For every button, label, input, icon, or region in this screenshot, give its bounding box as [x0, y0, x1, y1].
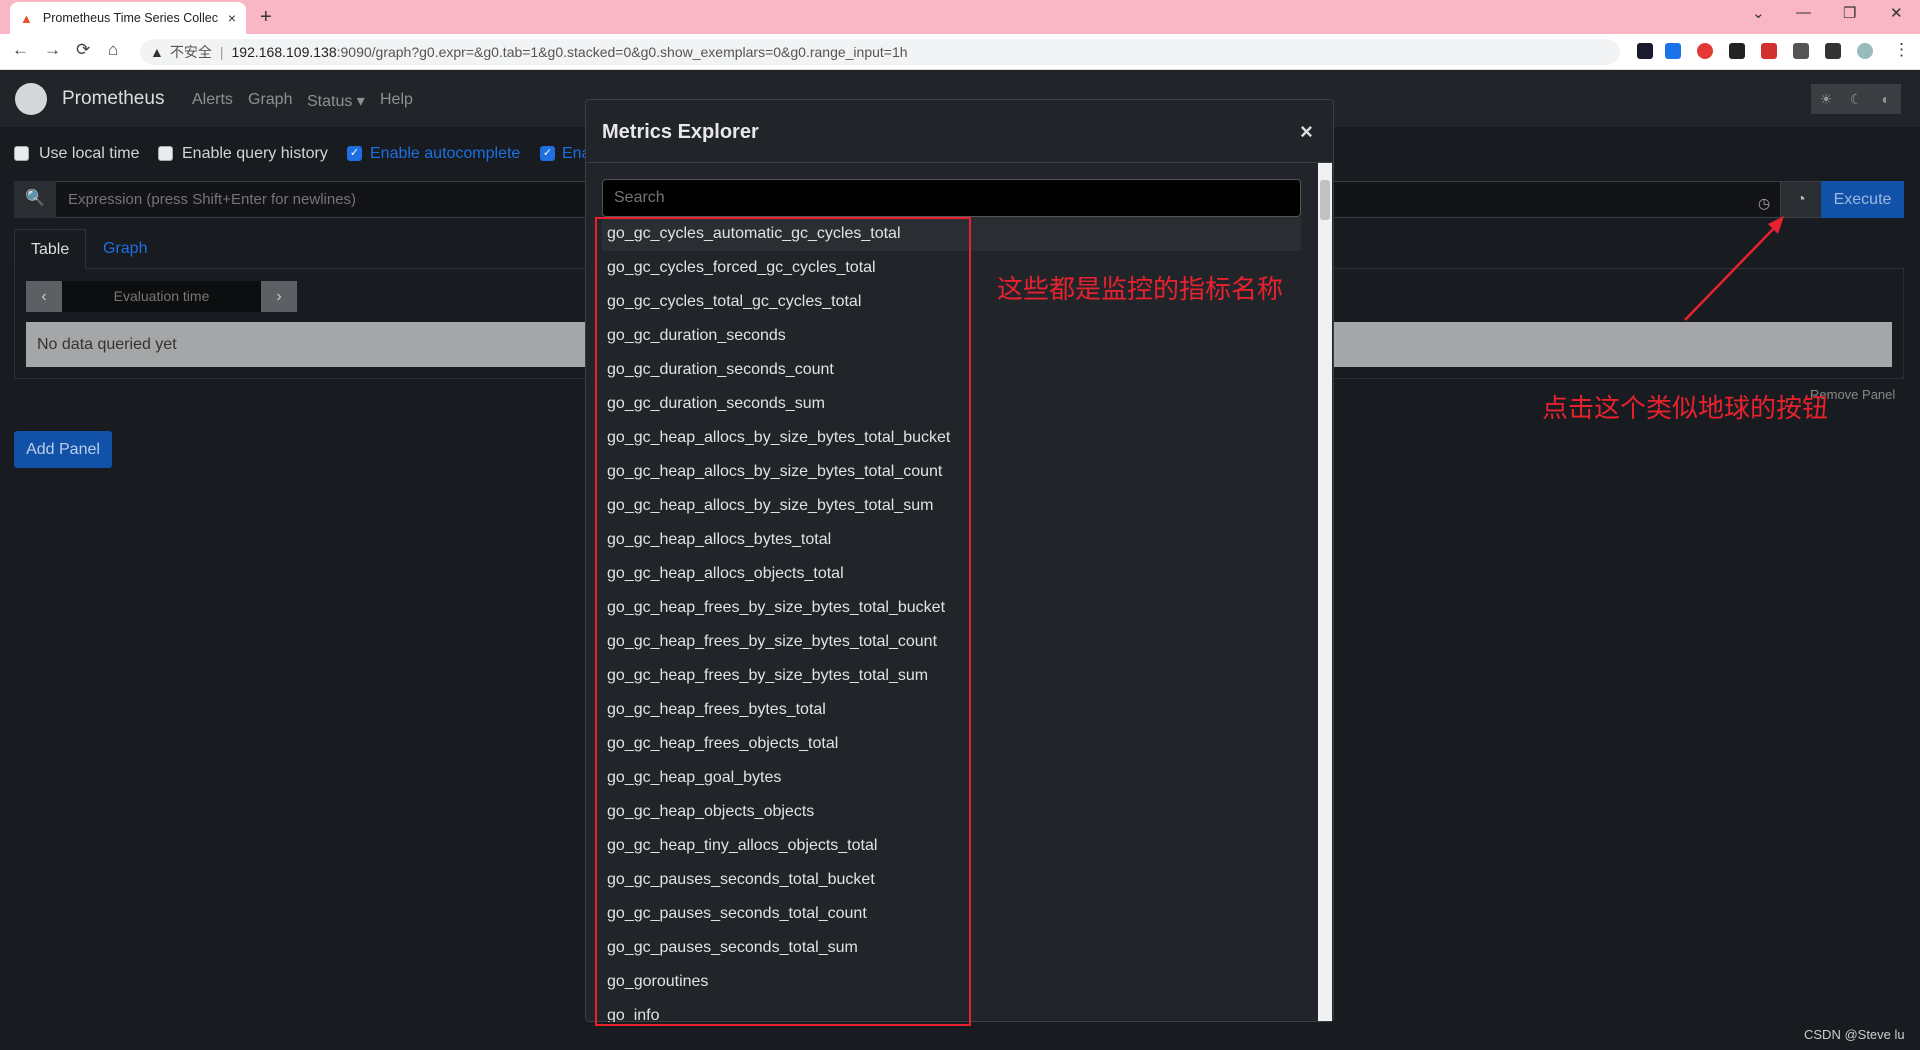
modal-title: Metrics Explorer: [602, 121, 759, 143]
url-path: :9090/graph?g0.expr=&g0.tab=1&g0.stacked…: [336, 44, 908, 60]
annotation-globe-note: 点击这个类似地球的按钮: [1542, 393, 1829, 423]
url-host: 192.168.109.138: [231, 44, 337, 60]
puzzle-extension-icon[interactable]: [1793, 43, 1809, 59]
auto-theme-icon[interactable]: ◐: [1871, 84, 1901, 114]
use-local-time-checkbox[interactable]: [14, 146, 29, 161]
search-icon: 🔍: [14, 181, 56, 218]
metrics-scrollbar[interactable]: [1318, 163, 1332, 1021]
enable-option-checkbox[interactable]: ✓: [540, 146, 555, 161]
nav-graph[interactable]: Graph: [248, 91, 292, 109]
annotation-highlight-box: [595, 217, 971, 1026]
tab-table[interactable]: Table: [14, 229, 87, 269]
close-window-button[interactable]: ✕: [1890, 4, 1903, 22]
nav-help[interactable]: Help: [380, 91, 413, 109]
tab-close-icon[interactable]: ×: [228, 10, 236, 26]
metrics-search-input[interactable]: [602, 179, 1301, 217]
dark-theme-icon[interactable]: ☾: [1841, 84, 1871, 114]
enable-query-history-checkbox[interactable]: [158, 146, 173, 161]
back-icon[interactable]: ←: [12, 40, 29, 60]
browser-tab-title: Prometheus Time Series Collec: [42, 11, 218, 25]
watermark: CSDN @Steve lu: [1804, 1027, 1905, 1042]
use-local-time-label: Use local time: [39, 145, 140, 162]
prometheus-favicon-icon: ▲: [20, 10, 33, 26]
eval-prev-button[interactable]: ‹: [26, 281, 62, 312]
pdf-extension-icon[interactable]: [1761, 43, 1777, 59]
browser-menu-icon[interactable]: ⋮: [1893, 40, 1910, 60]
extension-icon[interactable]: [1697, 43, 1713, 59]
enable-autocomplete-label: Enable autocomplete: [370, 145, 521, 162]
nav-alerts[interactable]: Alerts: [192, 91, 233, 109]
eval-next-button[interactable]: ›: [261, 281, 297, 312]
tab-search-icon[interactable]: ⌄: [1752, 4, 1765, 22]
restore-button[interactable]: ❐: [1843, 4, 1856, 22]
light-theme-icon[interactable]: ☀: [1811, 84, 1841, 114]
omnibox-separator: |: [219, 44, 224, 60]
enable-query-history-label: Enable query history: [182, 145, 328, 162]
annotation-arrow: [1684, 216, 1784, 321]
annotation-metrics-note: 这些都是监控的指标名称: [997, 274, 1284, 304]
prometheus-logo-icon[interactable]: [15, 83, 47, 115]
insecure-label: 不安全: [169, 44, 212, 60]
extension-icon[interactable]: [1665, 43, 1681, 59]
modal-divider: [586, 162, 1333, 163]
browser-tab[interactable]: ▲ Prometheus Time Series Collec ×: [10, 2, 246, 34]
modal-close-icon[interactable]: ×: [1300, 119, 1313, 145]
address-bar[interactable]: ▲ 不安全 | 192.168.109.138 :9090/graph?g0.e…: [140, 39, 1620, 65]
metrics-scrollbar-thumb[interactable]: [1320, 180, 1330, 220]
warning-icon: ▲: [150, 44, 164, 60]
new-tab-button[interactable]: +: [260, 6, 272, 29]
enable-autocomplete-checkbox[interactable]: ✓: [347, 146, 362, 161]
tab-graph[interactable]: Graph: [87, 229, 163, 269]
evaluation-time-input[interactable]: Evaluation time: [62, 281, 261, 312]
profile-avatar[interactable]: [1857, 43, 1873, 59]
browser-titlebar: [0, 0, 1920, 34]
nav-status[interactable]: Status ▾: [307, 91, 365, 111]
app-brand[interactable]: Prometheus: [62, 88, 164, 110]
minimize-button[interactable]: —: [1796, 4, 1811, 21]
side-panel-icon[interactable]: [1825, 43, 1841, 59]
add-panel-button[interactable]: Add Panel: [14, 431, 112, 468]
home-icon[interactable]: ⌂: [108, 40, 118, 60]
forward-icon[interactable]: →: [44, 40, 61, 60]
extension-icon[interactable]: [1637, 43, 1653, 59]
execute-button[interactable]: Execute: [1821, 181, 1904, 218]
extension-icon[interactable]: [1729, 43, 1745, 59]
reload-icon[interactable]: ⟳: [76, 40, 90, 60]
